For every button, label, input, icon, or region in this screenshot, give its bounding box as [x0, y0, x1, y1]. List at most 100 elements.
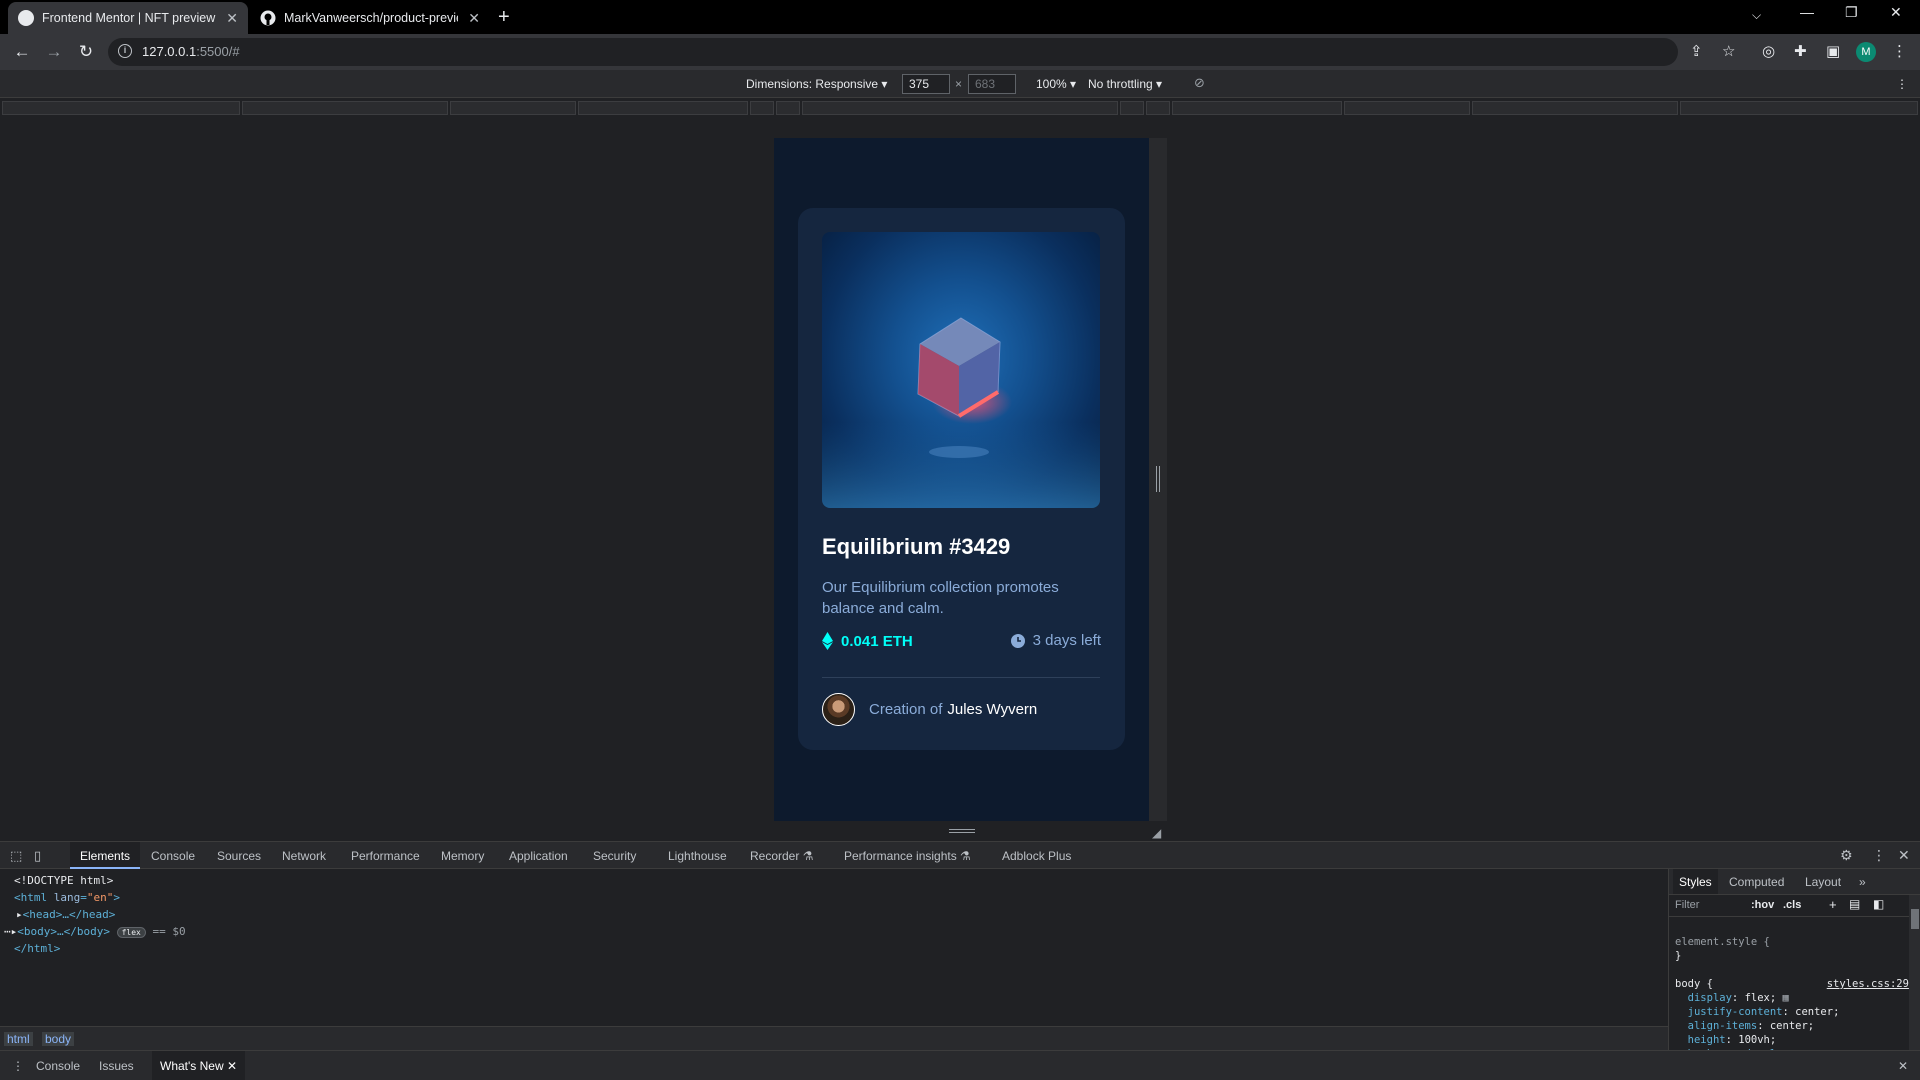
profile-avatar[interactable]: M — [1856, 42, 1876, 62]
tab-application[interactable]: Application — [509, 849, 568, 863]
cls-toggle[interactable]: .cls — [1783, 899, 1801, 911]
viewport-width-input[interactable]: 375 — [902, 74, 950, 94]
hov-toggle[interactable]: :hov — [1751, 899, 1774, 911]
browser-tab-nft-preview[interactable]: Frontend Mentor | NFT preview c ✕ — [8, 2, 248, 34]
node-actions-ellipsis-icon[interactable]: ⋯ — [4, 925, 11, 938]
css-val-height[interactable]: 100vh; — [1738, 1034, 1776, 1046]
media-query-segment[interactable] — [1680, 101, 1918, 115]
drawer-tab-console[interactable]: Console — [36, 1059, 80, 1073]
dimensions-dropdown[interactable]: Dimensions: Responsive ▾ — [746, 77, 887, 91]
breadcrumb-body[interactable]: body — [42, 1032, 75, 1046]
css-val-justify-content[interactable]: center; — [1795, 1006, 1839, 1018]
css-val-display[interactable]: flex; — [1745, 992, 1777, 1004]
new-style-rule-plus-icon[interactable]: + — [1829, 897, 1837, 912]
media-query-segment[interactable] — [776, 101, 800, 115]
drawer-menu-kebab-icon[interactable]: ⋮ — [12, 1059, 24, 1073]
media-query-segment[interactable] — [578, 101, 748, 115]
tab-recorder[interactable]: Recorder ⚗ — [750, 849, 813, 863]
zoom-dropdown[interactable]: 100% ▾ — [1036, 77, 1076, 91]
more-tabs-chevron-icon[interactable]: » — [1859, 875, 1866, 889]
rotate-disabled-icon[interactable]: ⊘ — [1194, 75, 1205, 91]
forward-arrow-icon[interactable]: → — [42, 40, 66, 64]
close-tab-icon[interactable]: ✕ — [468, 10, 480, 27]
media-query-segment[interactable] — [450, 101, 576, 115]
back-arrow-icon[interactable]: ← — [10, 40, 34, 64]
styles-scrollbar[interactable] — [1909, 895, 1920, 1050]
new-tab-plus-icon[interactable]: + — [498, 6, 510, 29]
minimize-icon[interactable]: — — [1800, 4, 1814, 20]
tab-sources[interactable]: Sources — [217, 849, 261, 863]
close-drawer-tab-icon[interactable]: ✕ — [227, 1059, 237, 1073]
tab-styles[interactable]: Styles — [1673, 869, 1718, 894]
drawer-tab-whats-new[interactable]: What's New ✕ — [152, 1051, 246, 1080]
browser-menu-kebab-icon[interactable]: ⋮ — [1892, 42, 1907, 60]
tab-elements[interactable]: Elements — [70, 842, 141, 869]
tab-security[interactable]: Security — [593, 849, 636, 863]
media-query-segment[interactable] — [1146, 101, 1170, 115]
side-panel-icon[interactable]: ▣ — [1826, 42, 1840, 60]
tab-console[interactable]: Console — [151, 849, 195, 863]
css-prop-align-items[interactable]: align-items — [1688, 1020, 1758, 1032]
media-query-segment[interactable] — [242, 101, 448, 115]
viewport-width-resize-handle[interactable] — [1156, 466, 1160, 492]
reload-icon[interactable]: ↻ — [74, 40, 98, 64]
flexbox-editor-icon[interactable]: ▦ — [1783, 992, 1789, 1004]
media-query-segment[interactable] — [750, 101, 774, 115]
close-tab-icon[interactable]: ✕ — [226, 10, 238, 27]
restore-window-icon[interactable]: ❐ — [1845, 4, 1858, 21]
drawer-tab-issues[interactable]: Issues — [99, 1059, 134, 1073]
devtools-more-kebab-icon[interactable]: ⋮ — [1872, 847, 1886, 864]
dom-html-open[interactable]: <html lang="en"> — [14, 891, 120, 904]
media-query-segment[interactable] — [802, 101, 1118, 115]
device-toolbar-more-icon[interactable]: ⋮ — [1896, 77, 1908, 91]
css-prop-display[interactable]: display — [1688, 992, 1732, 1004]
dom-body-node[interactable]: ⋯▸<body>…</body> flex == $0 — [4, 925, 186, 938]
extensions-puzzle-icon[interactable]: ✚ — [1794, 42, 1807, 60]
site-info-icon[interactable]: i — [118, 44, 132, 58]
dom-html-close[interactable]: </html> — [14, 942, 60, 955]
css-val-align-items[interactable]: center; — [1770, 1020, 1814, 1032]
browser-tab-github[interactable]: MarkVanweersch/product-previe ✕ — [250, 2, 490, 34]
styles-source-link[interactable]: styles.css:29 — [1827, 978, 1909, 990]
breadcrumb-html[interactable]: html — [4, 1032, 33, 1046]
bookmark-star-icon[interactable]: ☆ — [1722, 42, 1735, 60]
media-query-segment[interactable] — [1344, 101, 1470, 115]
tab-adblock-plus[interactable]: Adblock Plus — [1002, 849, 1071, 863]
share-icon[interactable]: ⇪ — [1690, 42, 1703, 60]
nft-image[interactable] — [822, 232, 1100, 508]
dom-doctype[interactable]: <!DOCTYPE html> — [14, 874, 113, 887]
nft-title[interactable]: Equilibrium #3429 — [822, 534, 1010, 560]
extension-globe-icon[interactable]: ◎ — [1762, 42, 1775, 60]
media-query-segment[interactable] — [1120, 101, 1144, 115]
tab-lighthouse[interactable]: Lighthouse — [668, 849, 727, 863]
inspect-element-icon[interactable]: ⬚ — [10, 848, 22, 864]
viewport-corner-resize-handle[interactable]: ◢ — [1152, 826, 1161, 840]
css-prop-height[interactable]: height — [1688, 1034, 1726, 1046]
device-toggle-icon[interactable]: ▯ — [34, 848, 41, 864]
tab-search-chevron-icon[interactable]: ⌵ — [1752, 8, 1761, 23]
tab-performance[interactable]: Performance — [351, 849, 420, 863]
viewport-height-input[interactable]: 683 — [968, 74, 1016, 94]
media-query-segment[interactable] — [2, 101, 240, 115]
toggle-sidebar-icon[interactable]: ◧ — [1873, 897, 1884, 911]
css-prop-justify-content[interactable]: justify-content — [1688, 1006, 1783, 1018]
tab-computed[interactable]: Computed — [1729, 875, 1784, 889]
styles-filter-input[interactable]: Filter — [1675, 899, 1699, 911]
tab-memory[interactable]: Memory — [441, 849, 484, 863]
flex-badge[interactable]: flex — [116, 927, 146, 938]
tab-network[interactable]: Network — [282, 849, 326, 863]
creator-name-link[interactable]: Jules Wyvern — [947, 701, 1037, 718]
close-window-icon[interactable]: ✕ — [1890, 4, 1902, 21]
styles-scrollbar-thumb[interactable] — [1911, 909, 1919, 929]
expand-triangle-icon[interactable]: ▸ — [16, 908, 23, 921]
tab-performance-insights[interactable]: Performance insights ⚗ — [844, 849, 971, 863]
address-bar[interactable]: i 127.0.0.1:5500/# — [108, 38, 1678, 66]
tab-layout[interactable]: Layout — [1805, 875, 1841, 889]
media-query-segment[interactable] — [1472, 101, 1678, 115]
close-drawer-icon[interactable]: ✕ — [1898, 1059, 1908, 1073]
media-query-segment[interactable] — [1172, 101, 1342, 115]
dom-head-node[interactable]: ▸<head>…</head> — [16, 908, 115, 921]
viewport-height-resize-handle[interactable] — [949, 829, 975, 833]
devtools-close-icon[interactable]: ✕ — [1898, 847, 1910, 864]
throttling-dropdown[interactable]: No throttling ▾ — [1088, 77, 1162, 91]
